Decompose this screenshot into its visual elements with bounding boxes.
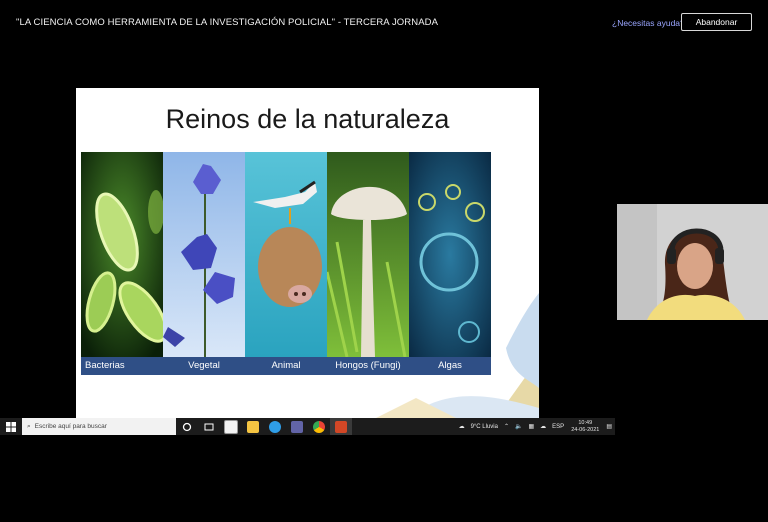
windows-taskbar: ⌕ Escribe aquí para buscar ☁ 9°C Lluvia … (0, 418, 615, 435)
mushroom-image (327, 152, 409, 357)
flower-image (163, 152, 245, 357)
label-bacteria: Bacterias (85, 360, 125, 371)
chrome-icon[interactable] (308, 418, 330, 435)
notification-icon[interactable]: ▤ (606, 423, 612, 430)
speaker-video-frame (617, 204, 768, 320)
store-icon[interactable] (220, 418, 242, 435)
chevron-up-icon[interactable]: ⌃ (504, 423, 509, 430)
search-placeholder: Escribe aquí para buscar (34, 423, 107, 430)
pig-bird-image (245, 152, 327, 357)
label-algae: Algas (438, 360, 462, 371)
windows-start-icon[interactable] (0, 418, 22, 435)
search-icon: ⌕ (27, 422, 31, 430)
bacteria-image (81, 152, 163, 357)
onedrive-icon[interactable]: ☁ (540, 423, 546, 430)
clock-time: 10:49 (578, 419, 593, 426)
powerpoint-icon[interactable] (330, 418, 352, 435)
clock-date: 24-06-2021 (571, 426, 600, 433)
edge-icon[interactable] (264, 418, 286, 435)
slide-title: Reinos de la naturaleza (165, 104, 450, 134)
weather-icon[interactable]: ☁ (459, 423, 465, 430)
kingdom-panels (81, 152, 491, 357)
label-animal: Animal (271, 360, 301, 371)
file-explorer-icon[interactable] (242, 418, 264, 435)
taskbar-search[interactable]: ⌕ Escribe aquí para buscar (22, 418, 176, 435)
volume-icon[interactable]: 🔈 (515, 423, 522, 430)
label-vegetal: Vegetal (188, 360, 220, 371)
label-fungi: Hongos (Fungi) (335, 360, 401, 371)
teams-icon[interactable] (286, 418, 308, 435)
weather-text[interactable]: 9°C Lluvia (471, 424, 498, 430)
shared-slide: Reinos de la naturaleza Bacterias Vegeta… (76, 88, 539, 418)
cortana-icon[interactable] (176, 418, 198, 435)
language-indicator[interactable]: ESP (552, 424, 564, 430)
taskbar-clock[interactable]: 10:49 24-06-2021 (571, 420, 599, 434)
participant-video (617, 204, 768, 320)
task-view-icon[interactable] (198, 418, 220, 435)
algae-image (409, 152, 491, 357)
leave-button[interactable]: Abandonar (681, 13, 752, 31)
session-title: "LA CIENCIA COMO HERRAMIENTA DE LA INVES… (16, 17, 439, 28)
help-link[interactable]: ¿Necesitas ayuda? (612, 18, 685, 28)
kingdom-label-bar: Bacterias Vegetal Animal Hongos (Fungi) … (81, 357, 491, 375)
network-icon[interactable]: ▦ (529, 423, 535, 430)
system-tray: ☁ 9°C Lluvia ⌃ 🔈 ▦ ☁ ESP 10:49 24-06-202… (456, 418, 615, 435)
